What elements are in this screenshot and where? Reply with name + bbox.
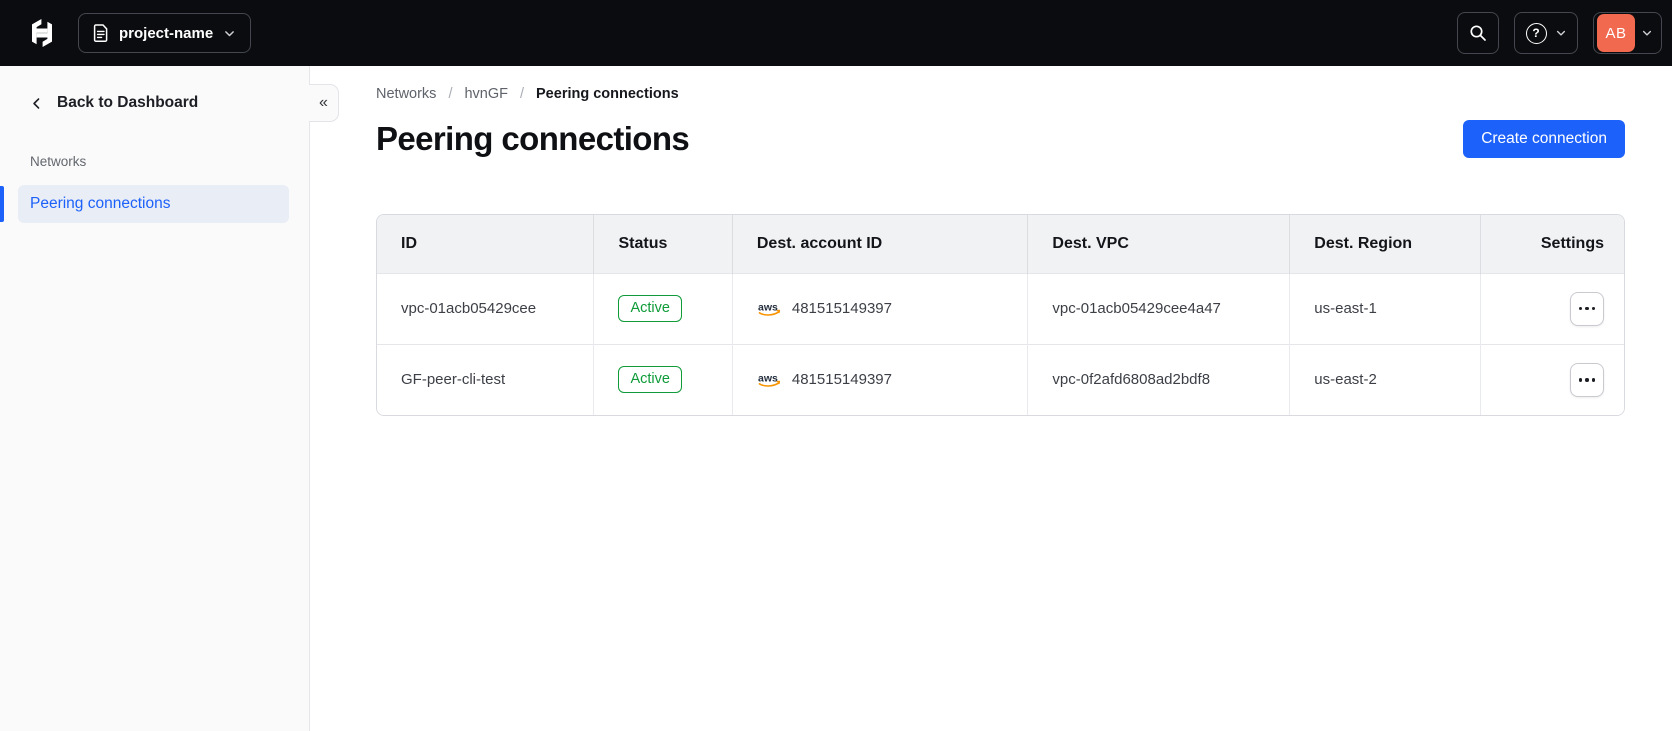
cell-settings bbox=[1480, 343, 1624, 415]
hashicorp-logo[interactable] bbox=[26, 18, 58, 48]
column-header-dest-account-id: Dest. account ID bbox=[732, 215, 1029, 273]
peering-connections-table: ID Status Dest. account ID Dest. VPC Des… bbox=[376, 214, 1625, 416]
aws-logo-icon: aws bbox=[758, 301, 780, 316]
table-body: vpc-01acb05429cee Active aws 48151514939… bbox=[377, 272, 1624, 415]
app-shell: Back to Dashboard Networks Peering conne… bbox=[0, 66, 1672, 731]
breadcrumb-hvngf[interactable]: hvnGF bbox=[464, 86, 508, 102]
svg-text:aws: aws bbox=[758, 301, 778, 313]
svg-text:aws: aws bbox=[758, 372, 778, 384]
avatar: AB bbox=[1597, 14, 1635, 52]
back-to-dashboard-link[interactable]: Back to Dashboard bbox=[0, 88, 309, 118]
chevron-down-icon bbox=[223, 27, 236, 40]
back-to-dashboard-label: Back to Dashboard bbox=[57, 94, 199, 111]
hashicorp-logo-icon bbox=[32, 19, 52, 47]
search-icon bbox=[1470, 25, 1486, 41]
ellipsis-icon bbox=[1578, 306, 1583, 311]
document-icon bbox=[93, 24, 108, 42]
project-switcher-label: project-name bbox=[119, 24, 214, 42]
sidebar-section-networks: Networks bbox=[30, 154, 87, 169]
breadcrumb-current: Peering connections bbox=[536, 86, 679, 102]
cell-dest-account-id: aws 481515149397 bbox=[732, 343, 1029, 415]
account-id-value: 481515149397 bbox=[791, 300, 892, 317]
account-id-value: 481515149397 bbox=[791, 371, 892, 389]
double-chevron-left-icon: « bbox=[319, 94, 328, 111]
sidebar-collapse-button[interactable]: « bbox=[309, 84, 339, 122]
sidebar-item-peering-connections[interactable]: Peering connections bbox=[0, 185, 289, 223]
aws-logo-icon: aws bbox=[758, 372, 780, 387]
project-switcher-button[interactable]: project-name bbox=[78, 13, 252, 53]
breadcrumb-separator: / bbox=[448, 86, 453, 102]
ellipsis-icon bbox=[1578, 378, 1583, 382]
page-title: Peering connections bbox=[376, 120, 690, 157]
table-header: ID Status Dest. account ID Dest. VPC Des… bbox=[377, 215, 1624, 273]
title-row: Peering connections Create connection bbox=[376, 120, 1625, 158]
breadcrumb: Networks / hvnGF / Peering connections bbox=[376, 86, 1625, 102]
cell-dest-vpc: vpc-0f2afd6808ad2bdf8 bbox=[1027, 343, 1291, 415]
cell-status: Active bbox=[593, 272, 733, 344]
cell-dest-vpc: vpc-01acb05429cee4a47 bbox=[1027, 272, 1291, 344]
breadcrumb-networks[interactable]: Networks bbox=[376, 86, 436, 102]
table-row: GF-peer-cli-test Active aws 481515149397… bbox=[377, 343, 1624, 415]
column-header-status: Status bbox=[593, 215, 733, 273]
column-header-settings: Settings bbox=[1480, 215, 1624, 273]
column-header-dest-region: Dest. Region bbox=[1289, 215, 1482, 273]
question-circle-icon: ? bbox=[1525, 22, 1547, 44]
cell-status: Active bbox=[593, 343, 733, 415]
active-indicator bbox=[0, 186, 4, 222]
cell-id: vpc-01acb05429cee bbox=[377, 272, 595, 344]
cell-settings bbox=[1480, 272, 1624, 344]
cell-dest-region: us-east-2 bbox=[1289, 343, 1482, 415]
cell-dest-region: us-east-1 bbox=[1289, 272, 1482, 344]
create-connection-button[interactable]: Create connection bbox=[1463, 120, 1625, 158]
chevron-down-icon bbox=[1555, 27, 1567, 39]
column-header-dest-vpc: Dest. VPC bbox=[1027, 215, 1291, 273]
table-row: vpc-01acb05429cee Active aws 48151514939… bbox=[377, 272, 1624, 344]
status-badge: Active bbox=[618, 366, 682, 394]
chevron-left-icon bbox=[33, 97, 40, 109]
column-header-id: ID bbox=[377, 215, 595, 273]
help-menu-button[interactable]: ? bbox=[1514, 12, 1578, 54]
topbar: project-name ? AB bbox=[0, 0, 1672, 66]
row-settings-menu-button[interactable] bbox=[1570, 291, 1604, 326]
breadcrumb-separator: / bbox=[519, 86, 525, 102]
cell-id: GF-peer-cli-test bbox=[377, 343, 595, 415]
main-content: Networks / hvnGF / Peering connections P… bbox=[310, 66, 1672, 731]
account-menu-button[interactable]: AB bbox=[1593, 12, 1662, 54]
sidebar-item-label: Peering connections bbox=[30, 195, 171, 212]
cell-dest-account-id: aws 481515149397 bbox=[732, 272, 1029, 344]
status-badge: Active bbox=[618, 295, 682, 322]
row-settings-menu-button[interactable] bbox=[1570, 362, 1604, 397]
sidebar: Back to Dashboard Networks Peering conne… bbox=[0, 66, 339, 731]
search-button[interactable] bbox=[1457, 12, 1499, 54]
chevron-down-icon bbox=[1641, 27, 1653, 39]
